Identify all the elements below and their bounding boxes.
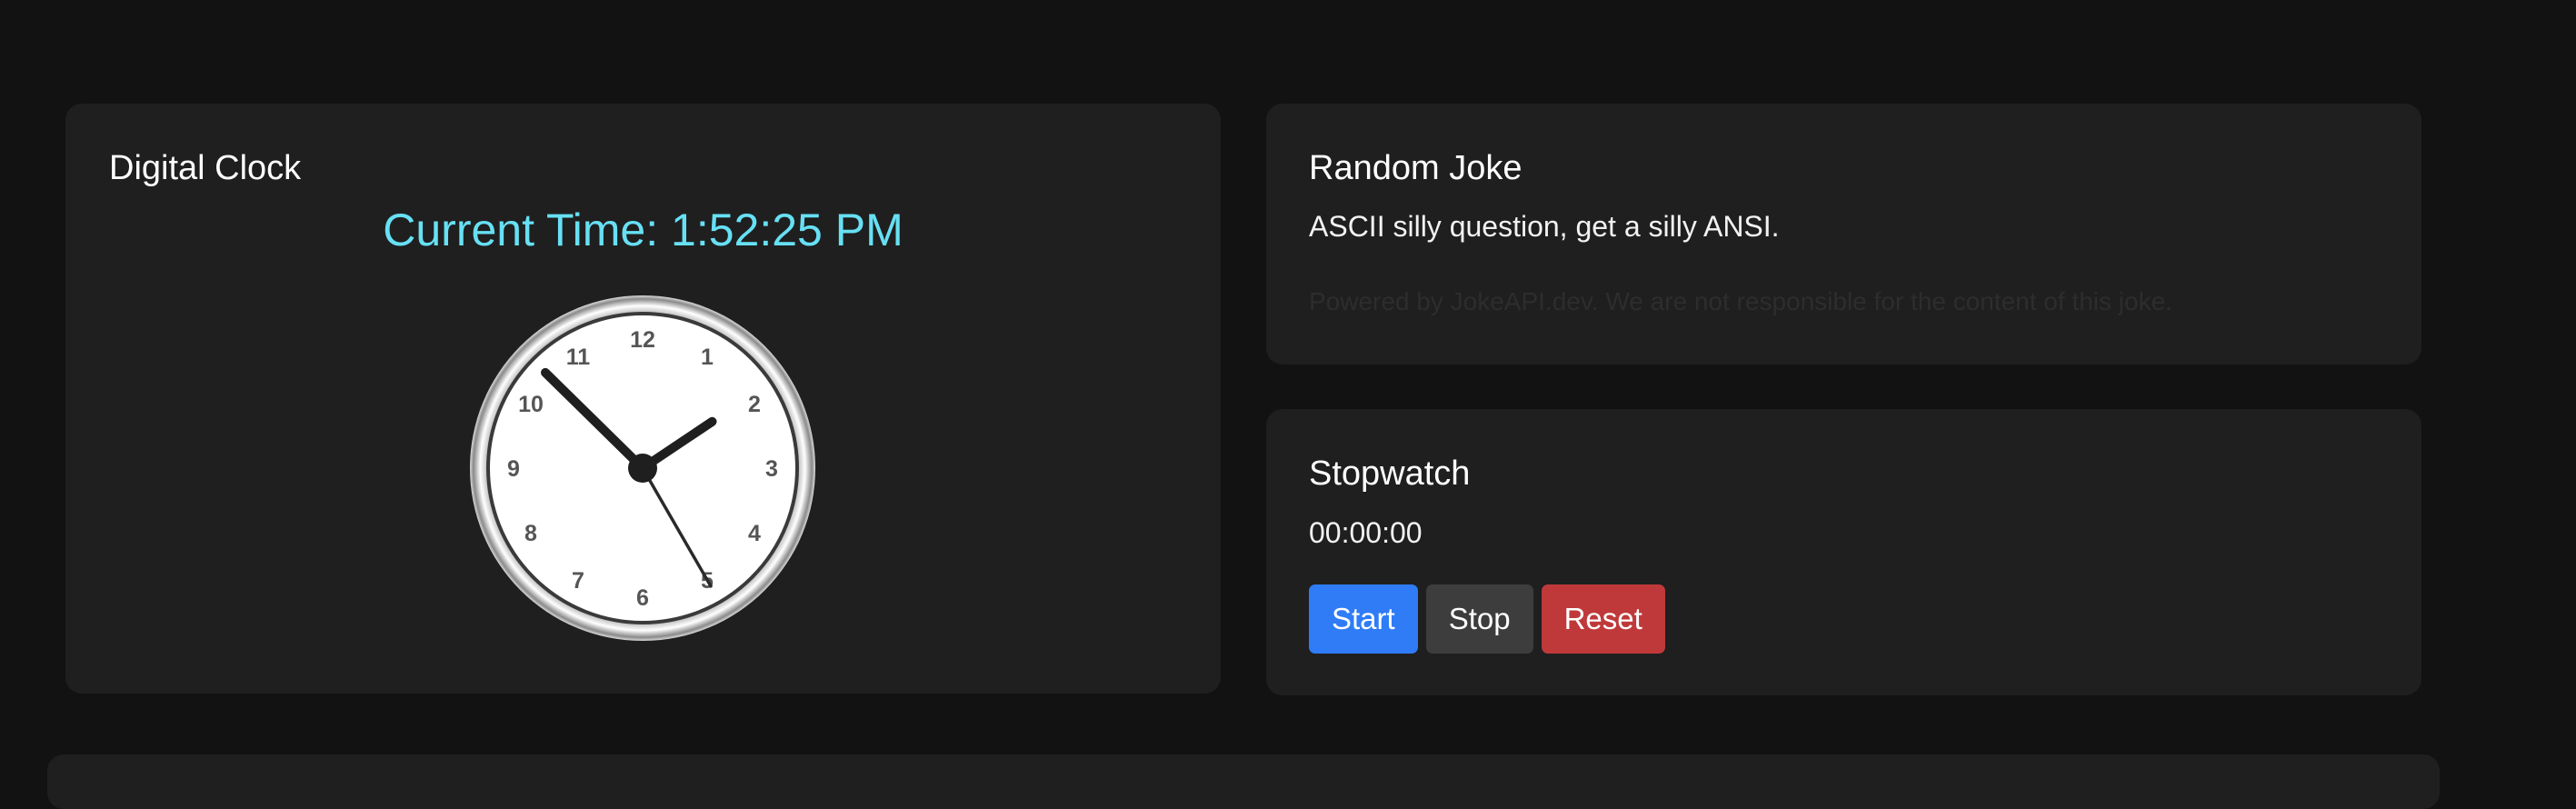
reset-button[interactable]: Reset [1541,584,1665,654]
clock-numeral-12: 12 [630,327,655,353]
joke-text: ASCII silly question, get a silly ANSI. [1309,210,1780,243]
clock-numeral-11: 11 [566,345,591,370]
next-card [47,754,2440,809]
random-joke-title: Random Joke [1309,149,1523,187]
clock-numeral-1: 1 [701,345,714,370]
clock-numeral-3: 3 [765,456,778,482]
stop-button[interactable]: Stop [1425,584,1533,654]
current-time-display: Current Time: 1:52:25 PM [383,205,904,255]
random-joke-card: Random Joke ASCII silly question, get a … [1266,104,2421,365]
stopwatch-card: Stopwatch 00:00:00 Start Stop Reset [1266,409,2421,695]
clock-numeral-6: 6 [636,585,649,611]
clock-center-pin [628,454,657,483]
stopwatch-title: Stopwatch [1309,454,1471,493]
clock-numeral-4: 4 [748,521,761,546]
clock-numeral-9: 9 [507,456,520,482]
digital-clock-card: Digital Clock Current Time: 1:52:25 PM 1… [65,104,1221,694]
start-button[interactable]: Start [1309,584,1418,654]
stopwatch-display: 00:00:00 [1309,516,1423,549]
clock-numeral-7: 7 [572,568,584,594]
stopwatch-controls: Start Stop Reset [1309,584,1665,654]
analog-clock: 121234567891011 [470,295,815,641]
clock-numeral-10: 10 [518,392,544,417]
clock-numeral-8: 8 [524,521,537,546]
digital-clock-title: Digital Clock [109,149,302,187]
joke-credit: Powered by JokeAPI.dev. We are not respo… [1309,287,2172,315]
clock-numeral-2: 2 [748,392,761,417]
